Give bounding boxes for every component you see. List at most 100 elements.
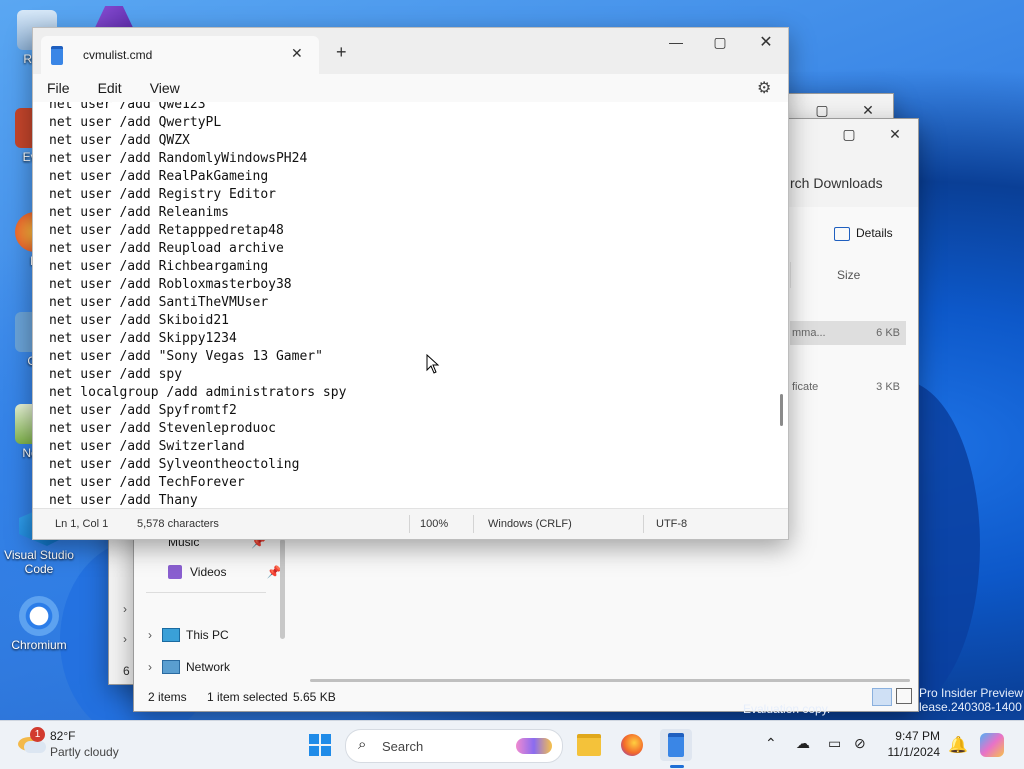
menu-edit[interactable]: Edit: [84, 80, 136, 96]
editor-line: net user /add TechForever: [49, 475, 245, 490]
file-explorer-taskbar-icon[interactable]: [573, 729, 605, 761]
file-name: mma...: [792, 327, 826, 339]
computer-icon: [162, 628, 180, 642]
firefox-icon: [621, 734, 643, 756]
network-status-icon[interactable]: ⊘: [854, 735, 866, 752]
watermark-line: lease.240308-1400: [919, 700, 1022, 714]
start-button[interactable]: [304, 729, 336, 761]
chevron-right-icon[interactable]: ›: [148, 628, 152, 642]
editor-line: net user /add RealPakGameing: [49, 169, 269, 184]
chevron-right-icon[interactable]: ›: [123, 632, 127, 646]
nav-label: This PC: [186, 628, 229, 642]
nav-scrollbar[interactable]: [280, 539, 285, 639]
clock-date[interactable]: 11/1/2024: [878, 745, 941, 759]
firefox-taskbar-icon[interactable]: [616, 729, 648, 761]
close-icon[interactable]: ✕: [743, 28, 789, 56]
text-editor-area[interactable]: net user /add Qwe123 net user /add Qwerty…: [33, 102, 786, 507]
tab-cvmulist[interactable]: cvmulist.cmd ✕: [41, 36, 319, 74]
editor-line: net user /add QWZX: [49, 133, 190, 148]
weather-condition[interactable]: Partly cloudy: [50, 745, 119, 759]
display-icon[interactable]: ▭: [828, 735, 841, 752]
status-divider: [643, 515, 644, 533]
weather-widget-icon[interactable]: 1: [16, 727, 46, 759]
mouse-cursor-icon: [426, 354, 440, 374]
copilot-icon[interactable]: [980, 733, 1004, 757]
editor-line: net user /add Qwe123: [49, 102, 206, 112]
notepad-icon: [668, 733, 684, 757]
status-item-count: 2 items: [148, 690, 187, 704]
file-row-selected[interactable]: mma... 6 KB: [790, 321, 906, 345]
editor-text: net user /add Qwe123 net user /add Qwerty…: [49, 102, 346, 507]
editor-line: net user /add Switzerland: [49, 439, 245, 454]
tab-title: cvmulist.cmd: [83, 48, 153, 62]
notepad-menubar: File Edit View ⚙: [33, 74, 788, 102]
editor-line: net localgroup /add administrators spy: [49, 385, 347, 400]
editor-line: net user /add Robloxmasterboy38: [49, 277, 292, 292]
search-label: Search: [382, 739, 424, 754]
status-encoding[interactable]: UTF-8: [656, 518, 687, 530]
maximize-icon[interactable]: ▢: [697, 28, 743, 56]
notification-badge: 1: [30, 727, 45, 742]
nav-label: Network: [186, 660, 231, 674]
taskbar: 1 82°F Partly cloudy ⌕ Search ⌃ ☁ ▭ ⊘ 9:…: [0, 720, 1024, 769]
editor-line: net user /add RandomlyWindowsPH24: [49, 151, 308, 166]
navigation-pane: Music 📌 Videos 📌 › This PC › Network: [134, 529, 289, 679]
file-name: ficate: [792, 381, 819, 393]
minimize-icon[interactable]: —: [653, 28, 699, 56]
status-line-ending[interactable]: Windows (CRLF): [488, 518, 572, 530]
new-tab-icon[interactable]: +: [336, 42, 347, 63]
tiles-view-icon[interactable]: [896, 688, 912, 704]
search-downloads-input[interactable]: rch Downloads: [790, 175, 883, 191]
settings-gear-icon[interactable]: ⚙: [757, 78, 771, 98]
chevron-right-icon[interactable]: ›: [148, 660, 152, 674]
editor-line: net user /add Richbeargaming: [49, 259, 269, 274]
editor-line: net user /add Spyfromtf2: [49, 403, 237, 418]
editor-line: net user /add QwertyPL: [49, 115, 222, 130]
nav-item-videos[interactable]: Videos 📌: [168, 559, 281, 585]
chevron-right-icon[interactable]: ›: [123, 602, 127, 616]
clock-time[interactable]: 9:47 PM: [884, 729, 940, 743]
close-icon[interactable]: ✕: [872, 119, 918, 149]
editor-line: net user /add Stevenleproduoc: [49, 421, 276, 436]
maximize-icon[interactable]: ▢: [826, 119, 872, 149]
details-button[interactable]: Details: [856, 226, 893, 240]
chromium-shortcut-icon[interactable]: Chromium: [4, 596, 74, 652]
weather-temperature[interactable]: 82°F: [50, 729, 75, 743]
file-row[interactable]: ficate 3 KB: [790, 375, 906, 399]
status-zoom[interactable]: 100%: [420, 518, 448, 530]
editor-line: net user /add Skippy1234: [49, 331, 237, 346]
editor-line: net user /add Skiboid21: [49, 313, 230, 328]
videos-folder-icon: [168, 565, 182, 579]
notification-bell-icon[interactable]: 🔔: [948, 735, 968, 755]
menu-view[interactable]: View: [136, 80, 194, 96]
search-icon: ⌕: [358, 736, 367, 753]
watermark-text: Pro Insider Preview lease.240308-1400: [919, 686, 1023, 714]
nav-item-this-pc[interactable]: › This PC: [148, 622, 229, 648]
status-divider: [409, 515, 410, 533]
status-divider: [473, 515, 474, 533]
onedrive-icon[interactable]: ☁: [796, 735, 810, 752]
nav-label: Videos: [190, 565, 227, 579]
editor-line: net user /add Releanims: [49, 205, 230, 220]
chevron-up-icon[interactable]: ⌃: [765, 735, 777, 752]
close-tab-icon[interactable]: ✕: [291, 45, 303, 62]
editor-line: net user /add Thany: [49, 493, 198, 507]
horizontal-scrollbar[interactable]: [310, 679, 910, 682]
editor-line: net user /add Reupload archive: [49, 241, 284, 256]
notepad-taskbar-icon[interactable]: [660, 729, 692, 761]
editor-line: net user /add "Sony Vegas 13 Gamer": [49, 349, 323, 364]
editor-scrollbar-thumb[interactable]: [780, 394, 783, 426]
column-header-size[interactable]: Size: [837, 268, 860, 282]
status-size: 5.65 KB: [293, 690, 336, 704]
status-cursor-position: Ln 1, Col 1: [55, 518, 109, 530]
folder-icon: [577, 734, 601, 756]
editor-line: net user /add Sylveontheoctoling: [49, 457, 300, 472]
file-size: 3 KB: [876, 381, 900, 393]
desktop-icon-label: Visual Studio Code: [4, 548, 74, 576]
menu-file[interactable]: File: [33, 80, 84, 96]
editor-line: net user /add Retapppedretap48: [49, 223, 284, 238]
editor-line: net user /add SantiTheVMUser: [49, 295, 269, 310]
taskbar-search-box[interactable]: ⌕ Search: [345, 729, 563, 763]
nav-item-network[interactable]: › Network: [148, 654, 230, 680]
desktop-icon-label: Chromium: [11, 638, 67, 652]
